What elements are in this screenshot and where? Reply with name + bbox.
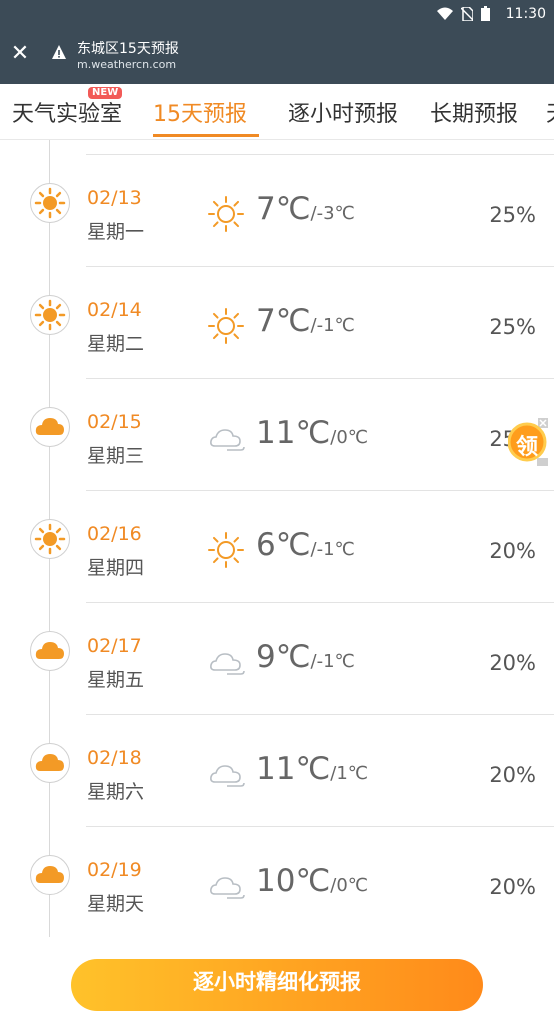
forecast-weekday: 星期六 <box>87 781 145 803</box>
tab-hourly-forecast[interactable]: 逐小时预报 <box>288 96 398 128</box>
forecast-temperature: 11℃/1℃ <box>256 751 368 787</box>
temperature-high: 11℃ <box>256 415 331 451</box>
status-icons <box>437 6 490 21</box>
tab-weather-lab[interactable]: 天气实验室 <box>12 96 122 128</box>
forecast-temperature: 11℃/0℃ <box>256 415 368 451</box>
tab-label: 长期预报 <box>430 102 519 127</box>
forecast-date: 02/19 <box>87 859 142 881</box>
cloudy-weather-icon <box>207 867 245 909</box>
tab-bar: 天气实验室 NEW 15天预报 逐小时预报 长期预报 天 <box>0 84 554 140</box>
temperature-low: /-1℃ <box>310 651 355 672</box>
precipitation-chance: 20% <box>489 651 536 675</box>
tab-more[interactable]: 天 <box>546 96 554 128</box>
cloudy-weather-icon <box>207 419 245 461</box>
precipitation-chance: 20% <box>489 875 536 899</box>
forecast-date: 02/18 <box>87 747 142 769</box>
sunny-weather-icon <box>207 307 245 349</box>
tab-label: 逐小时预报 <box>288 102 399 127</box>
temperature-high: 6℃ <box>256 527 311 563</box>
sun-icon <box>30 519 70 559</box>
sunny-weather-icon <box>207 195 245 237</box>
cta-label: 逐小时精细化预报 <box>193 970 361 994</box>
temperature-low: /-1℃ <box>310 315 355 336</box>
warning-icon[interactable] <box>51 44 67 60</box>
cloudy-weather-icon <box>207 643 245 685</box>
temperature-high: 10℃ <box>256 863 331 899</box>
cloud-icon <box>30 407 70 447</box>
status-bar: 11:30 <box>0 0 554 30</box>
forecast-date: 02/16 <box>87 523 142 545</box>
forecast-weekday: 星期二 <box>87 333 145 355</box>
forecast-weekday: 星期三 <box>87 445 145 467</box>
forecast-temperature: 7℃/-3℃ <box>256 191 355 227</box>
temperature-low: /-1℃ <box>310 539 355 560</box>
temperature-high: 7℃ <box>256 303 311 339</box>
cloud-icon <box>30 631 70 671</box>
precipitation-chance: 20% <box>489 539 536 563</box>
forecast-weekday: 星期四 <box>87 557 145 579</box>
page-title: 东城区15天预报 <box>77 41 179 57</box>
forecast-list[interactable]: 02/13 星期一 7℃/-3℃ 25% 02/14 星期二 7℃/-1℃ 25% 02/15 星… <box>0 140 554 937</box>
tab-long-term-forecast[interactable]: 长期预报 <box>430 96 518 128</box>
sun-icon <box>30 295 70 335</box>
temperature-high: 9℃ <box>256 639 311 675</box>
hourly-detailed-forecast-button[interactable]: 逐小时精细化预报 <box>71 959 483 1011</box>
forecast-row[interactable]: 02/19 星期天 10℃/0℃ 20% <box>0 827 554 937</box>
cloud-icon <box>30 743 70 783</box>
wifi-icon <box>437 7 453 20</box>
forecast-temperature: 7℃/-1℃ <box>256 303 355 339</box>
precipitation-chance: 20% <box>489 763 536 787</box>
forecast-temperature: 10℃/0℃ <box>256 863 368 899</box>
forecast-weekday: 星期一 <box>87 221 145 243</box>
forecast-row[interactable]: 02/14 星期二 7℃/-1℃ 25% <box>0 267 554 379</box>
precipitation-chance: 25% <box>489 203 536 227</box>
close-icon[interactable]: ✕ <box>10 43 30 65</box>
coin-label: 领 <box>516 435 539 460</box>
battery-icon <box>481 6 490 21</box>
temperature-low: /0℃ <box>330 875 368 896</box>
forecast-temperature: 9℃/-1℃ <box>256 639 355 675</box>
forecast-date: 02/17 <box>87 635 142 657</box>
temperature-high: 7℃ <box>256 191 311 227</box>
new-badge: NEW <box>88 87 123 99</box>
temperature-low: /1℃ <box>330 763 368 784</box>
forecast-date: 02/15 <box>87 411 142 433</box>
forecast-row[interactable]: 02/18 星期六 11℃/1℃ 20% <box>0 715 554 827</box>
no-sim-icon <box>461 6 473 21</box>
sunny-weather-icon <box>207 531 245 573</box>
tab-15-day-forecast[interactable]: 15天预报 <box>153 96 247 128</box>
forecast-weekday: 星期五 <box>87 669 145 691</box>
forecast-row[interactable]: 02/13 星期一 7℃/-3℃ 25% <box>0 155 554 267</box>
forecast-date: 02/14 <box>87 299 142 321</box>
floating-coin-widget[interactable]: 领 <box>507 418 550 470</box>
forecast-row[interactable]: 02/16 星期四 6℃/-1℃ 20% <box>0 491 554 603</box>
precipitation-chance: 25% <box>489 315 536 339</box>
temperature-low: /-3℃ <box>310 203 355 224</box>
forecast-date: 02/13 <box>87 187 142 209</box>
browser-app-bar: ✕ 东城区15天预报 m.weathercn.com <box>0 30 554 84</box>
tab-label: 15天预报 <box>153 102 247 127</box>
active-tab-indicator <box>153 134 259 137</box>
tab-label: 天气实验室 <box>12 102 123 127</box>
tab-label: 天 <box>546 102 554 127</box>
sun-icon <box>30 183 70 223</box>
forecast-temperature: 6℃/-1℃ <box>256 527 355 563</box>
temperature-high: 11℃ <box>256 751 331 787</box>
forecast-row[interactable]: 02/17 星期五 9℃/-1℃ 20% <box>0 603 554 715</box>
temperature-low: /0℃ <box>330 427 368 448</box>
page-url: m.weathercn.com <box>77 58 177 71</box>
forecast-row[interactable]: 02/15星期三11℃/0℃25% <box>0 379 554 491</box>
forecast-weekday: 星期天 <box>87 893 145 915</box>
cloudy-weather-icon <box>207 755 245 797</box>
status-time: 11:30 <box>505 6 546 22</box>
cloud-icon <box>30 855 70 895</box>
